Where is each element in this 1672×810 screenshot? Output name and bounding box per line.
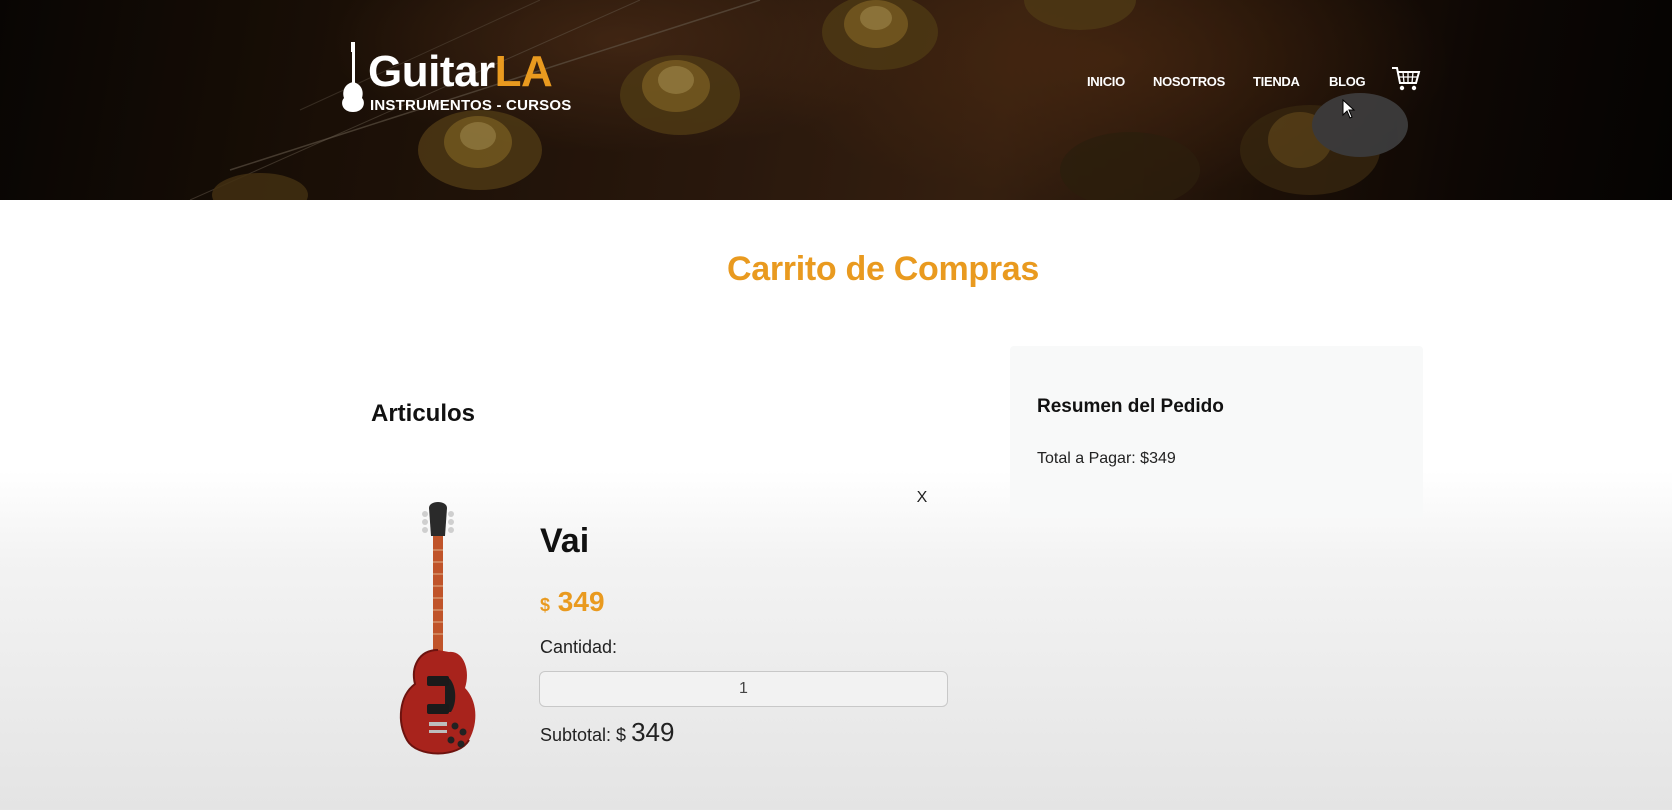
nav-nosotros[interactable]: NOSOTROS — [1153, 74, 1225, 89]
subtotal-value: 349 — [631, 717, 675, 747]
quantity-label: Cantidad: — [540, 637, 618, 657]
site-header: GuitarLA INSTRUMENTOS - CURSOS INICIO NO… — [0, 0, 1672, 200]
product-price: $ 349 — [540, 586, 605, 618]
quantity-select[interactable]: 1 — [539, 671, 948, 707]
item-subtotal: Subtotal: $ 349 — [540, 717, 674, 748]
shopping-cart-icon[interactable] — [1391, 66, 1421, 92]
articles-heading: Articulos — [371, 400, 476, 427]
site-logo[interactable]: GuitarLA INSTRUMENTOS - CURSOS — [340, 42, 580, 118]
nav-blog[interactable]: BLOG — [1329, 74, 1366, 89]
mouse-cursor-icon — [1342, 99, 1356, 119]
remove-item-button[interactable]: X — [912, 488, 932, 508]
brand-accent: LA — [494, 47, 553, 96]
summary-total: Total a Pagar: $349 — [1037, 450, 1176, 467]
nav-inicio[interactable]: INICIO — [1087, 74, 1125, 89]
price-currency: $ — [540, 595, 551, 615]
price-value: 349 — [557, 586, 605, 617]
guitar-headstock-background — [0, 0, 1672, 200]
brand-name: GuitarLA — [368, 47, 553, 96]
guitar-logo-icon — [342, 42, 364, 112]
electric-guitar-image — [399, 502, 476, 755]
summary-heading: Resumen del Pedido — [1037, 396, 1224, 417]
product-name: Vai — [540, 522, 590, 560]
nav-tienda[interactable]: TIENDA — [1253, 74, 1300, 89]
page-title: Carrito de Compras — [726, 250, 1039, 288]
subtotal-label: Subtotal: $ — [540, 725, 627, 745]
brand-tagline: INSTRUMENTOS - CURSOS — [370, 97, 572, 114]
order-summary: Resumen del Pedido Total a Pagar: $349 — [1010, 346, 1423, 518]
